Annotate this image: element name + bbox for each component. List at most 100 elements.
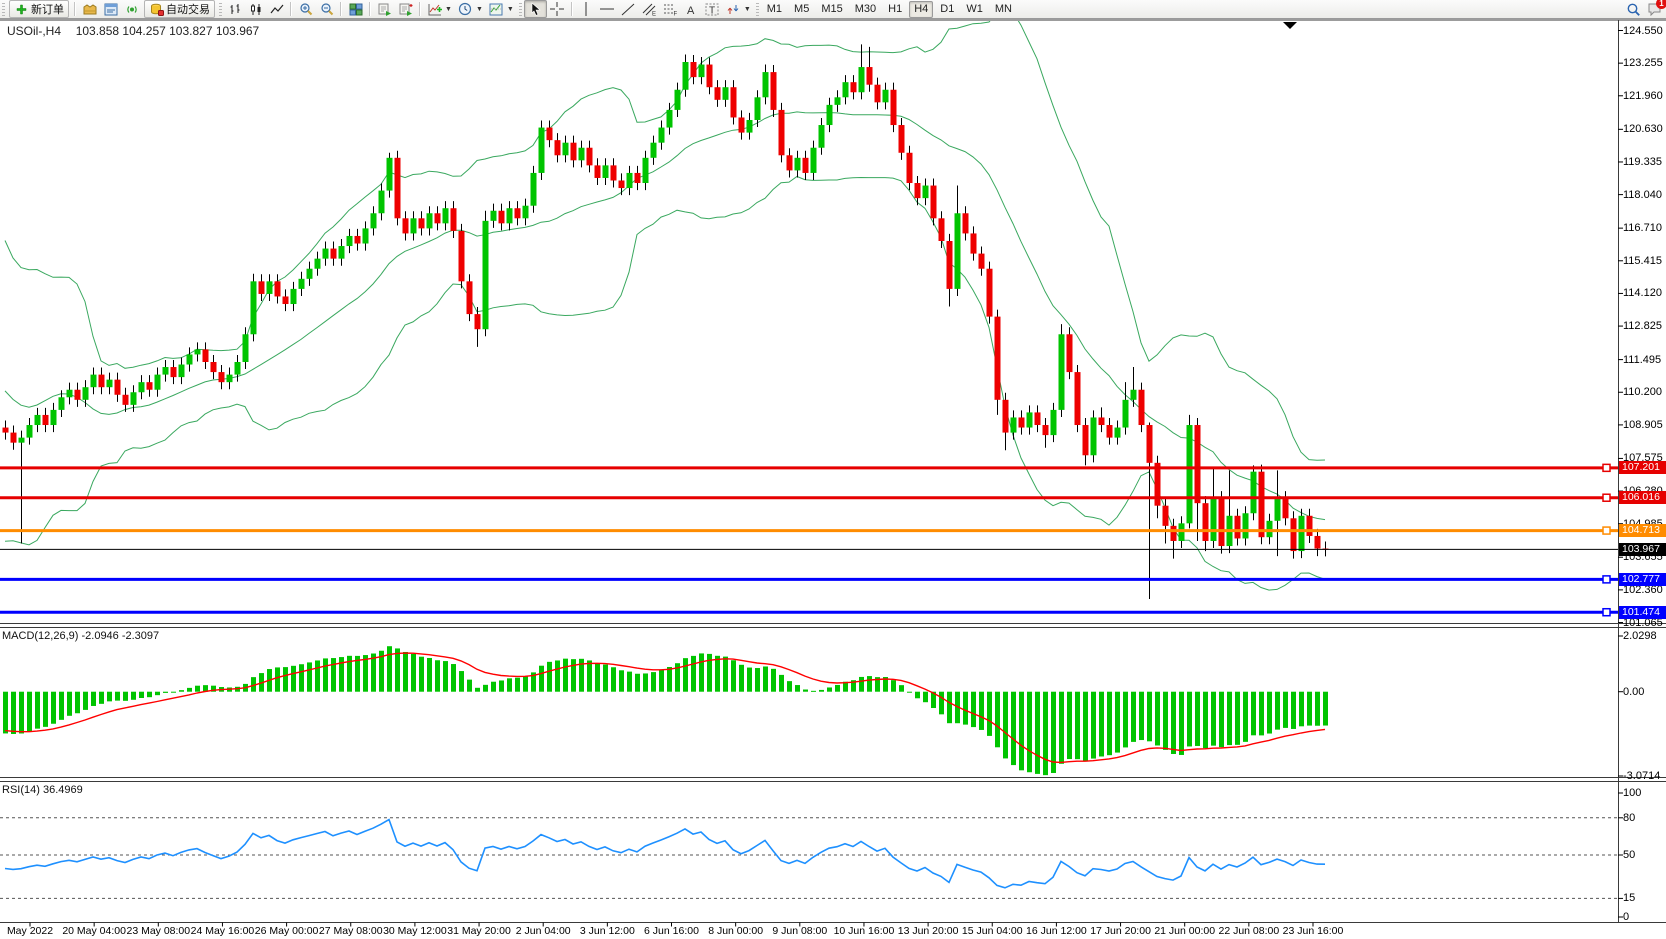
bear-candle (995, 317, 1001, 400)
bull-candle (51, 410, 57, 425)
time-axis-label: 3 Jun 12:00 (580, 925, 635, 937)
macd-histogram-bar (1251, 692, 1256, 736)
toolbar-grip[interactable] (756, 3, 759, 16)
macd-histogram-bar (1163, 692, 1168, 750)
bull-candle (675, 90, 681, 110)
price-line-label[interactable]: 106.016 (1619, 491, 1666, 504)
macd-histogram-bar (635, 674, 640, 692)
timeframe-button-H1[interactable]: H1 (883, 1, 907, 18)
tile-windows-icon (348, 2, 363, 17)
level-line-handle[interactable] (1603, 576, 1610, 583)
macd-histogram-bar (195, 686, 200, 692)
main-panel[interactable] (0, 8, 1618, 615)
trendline-tool-button[interactable] (618, 1, 639, 17)
price-line-label[interactable]: 107.201 (1619, 461, 1666, 474)
toolbar-grip[interactable] (519, 3, 522, 16)
bull-candle (187, 354, 193, 364)
macd-histogram-bar (819, 690, 824, 692)
indicators-button[interactable]: ▼ (424, 1, 455, 17)
chat-icon[interactable]: 1 (1647, 2, 1662, 17)
profile-button[interactable] (79, 1, 100, 17)
level-line-handle[interactable] (1603, 609, 1610, 616)
rsi-label: RSI(14) 36.4969 (2, 784, 83, 796)
time-axis-label: May 2022 (7, 925, 53, 937)
timeframe-button-D1[interactable]: D1 (935, 1, 959, 18)
bear-candle (555, 140, 561, 155)
templates-button[interactable]: ▼ (486, 1, 517, 17)
bull-candle (723, 87, 729, 100)
rsi-panel[interactable] (0, 818, 1618, 899)
horizontal-line-tool-button[interactable] (597, 1, 618, 17)
price-line-label[interactable]: 102.777 (1619, 573, 1666, 586)
bar-chart-button[interactable] (224, 1, 245, 17)
chart-shift-marker[interactable] (1283, 22, 1297, 29)
cursor-tool-button[interactable] (524, 0, 547, 18)
vertical-line-tool-button[interactable] (576, 1, 597, 17)
bull-candle (955, 213, 961, 289)
time-axis-label: 20 May 04:00 (62, 925, 126, 937)
timeframe-button-M30[interactable]: M30 (850, 1, 881, 18)
bull-candle (507, 208, 513, 223)
auto-scroll-button[interactable] (374, 1, 395, 17)
timeframe-button-W1[interactable]: W1 (961, 1, 988, 18)
fibonacci-tool-button[interactable]: F (660, 1, 681, 17)
bear-candle (571, 143, 577, 161)
price-axis-label: 123.255 (1623, 57, 1663, 69)
price-line-label[interactable]: 101.474 (1619, 606, 1666, 619)
bear-candle (1107, 425, 1113, 438)
candlestick-button[interactable] (245, 1, 266, 17)
macd-histogram-bar (571, 659, 576, 692)
level-line-handle[interactable] (1603, 494, 1610, 501)
bear-candle (203, 349, 209, 362)
timeframe-button-M15[interactable]: M15 (816, 1, 847, 18)
bull-candle (67, 390, 73, 398)
bear-candle (899, 125, 905, 153)
chart-canvas[interactable] (0, 0, 1666, 939)
periods-button[interactable]: ▼ (455, 1, 486, 17)
timeframe-button-M5[interactable]: M5 (789, 1, 814, 18)
crosshair-tool-button[interactable] (547, 1, 568, 17)
autotrading-button[interactable]: 自动交易 (144, 0, 215, 18)
bear-candle (459, 231, 465, 281)
tile-windows-button[interactable] (345, 1, 366, 17)
level-line-handle[interactable] (1603, 464, 1610, 471)
bear-candle (971, 233, 977, 253)
bear-candle (115, 380, 121, 395)
text-tool-button[interactable]: A (681, 1, 702, 17)
bear-candle (1315, 536, 1321, 549)
zoom-out-button[interactable] (316, 1, 337, 17)
market-watch-button[interactable] (100, 1, 121, 17)
price-line-label[interactable]: 103.967 (1619, 543, 1666, 556)
signals-button[interactable] (121, 1, 142, 17)
level-line-handle[interactable] (1603, 527, 1610, 534)
timeframe-button-M1[interactable]: M1 (762, 1, 787, 18)
timeframe-button-MN[interactable]: MN (990, 1, 1017, 18)
bear-candle (123, 395, 129, 405)
toolbar-separator (369, 2, 371, 16)
price-line-label[interactable]: 104.713 (1619, 524, 1666, 537)
bear-candle (803, 158, 809, 173)
macd-histogram-bar (1259, 692, 1264, 736)
new-order-button[interactable]: 新订单 (9, 0, 69, 18)
zoom-in-button[interactable] (295, 1, 316, 17)
arrows-tool-button[interactable]: ▼ (723, 1, 754, 17)
toolbar-grip[interactable] (219, 3, 222, 16)
macd-histogram-bar (315, 660, 320, 691)
bear-candle (43, 415, 49, 425)
macd-histogram-bar (491, 682, 496, 692)
macd-panel[interactable] (3, 646, 1328, 775)
line-chart-button[interactable] (266, 1, 287, 17)
macd-histogram-bar (1035, 692, 1040, 774)
search-icon[interactable] (1626, 2, 1641, 17)
rsi-axis-label: 15 (1623, 892, 1635, 904)
label-tool-button[interactable]: T (702, 1, 723, 17)
bear-candle (219, 372, 225, 382)
macd-histogram-bar (483, 685, 488, 692)
timeframe-button-H4[interactable]: H4 (909, 1, 933, 18)
bull-candle (59, 397, 65, 410)
chart-shift-button[interactable] (395, 1, 416, 17)
bear-candle (435, 213, 441, 223)
signals-icon (124, 2, 139, 17)
channel-tool-button[interactable]: E (639, 1, 660, 17)
toolbar-grip[interactable] (2, 3, 5, 16)
